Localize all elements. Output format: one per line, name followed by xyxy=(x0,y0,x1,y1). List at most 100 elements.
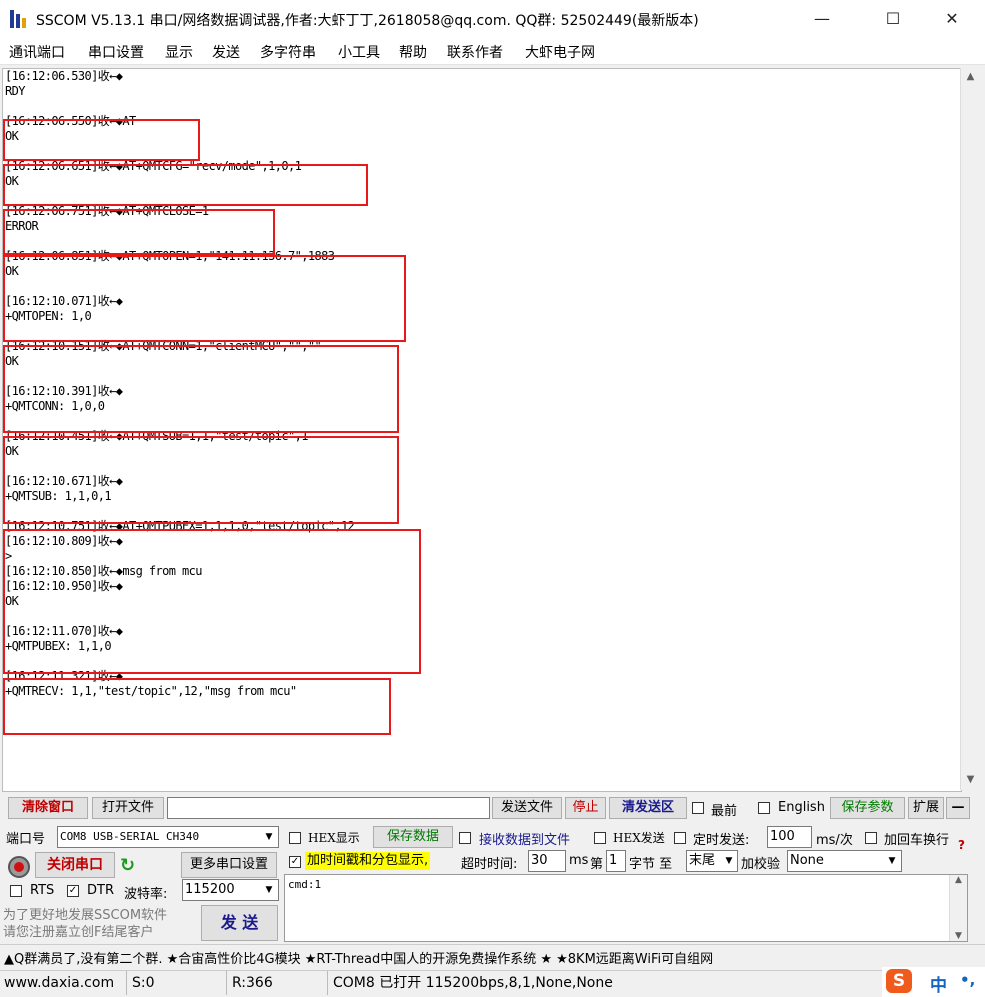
interval-value: 100 xyxy=(770,829,795,844)
timeout-value: 30 xyxy=(531,853,548,868)
interval-unit: ms/次 xyxy=(816,833,853,848)
english-checkbox[interactable] xyxy=(758,802,770,814)
byte-index-value: 1 xyxy=(609,853,618,868)
status-bar: www.daxia.com S:0 R:366 COM8 已打开 115200b… xyxy=(0,967,985,997)
receive-log[interactable]: [16:12:06.530]收←◆ RDY [16:12:06.550]收←◆AT O… xyxy=(2,68,962,792)
english-label: English xyxy=(778,800,825,815)
expand-button[interactable]: 扩展 xyxy=(908,797,944,819)
timestamp-checkbox[interactable]: ✓ xyxy=(289,856,301,868)
highlight-box xyxy=(3,209,275,255)
highlight-box xyxy=(3,529,421,674)
highlight-box xyxy=(3,164,368,206)
title-bar: SSCOM V5.13.1 串口/网络数据调试器,作者:大虾丁丁,2618058… xyxy=(0,0,985,38)
highlight-box xyxy=(3,345,399,433)
recv-to-file-label[interactable]: 接收数据到文件 xyxy=(479,829,570,848)
byte-suffix: 字节 至 xyxy=(629,857,673,872)
promo-text[interactable]: 为了更好地发展SSCOM软件 请您注册嘉立创F结尾客户 xyxy=(3,907,167,941)
collapse-button[interactable]: — xyxy=(946,797,970,819)
scroll-up-icon[interactable]: ▲ xyxy=(961,68,980,85)
more-serial-settings-button[interactable]: 更多串口设置 xyxy=(181,852,277,878)
topmost-checkbox[interactable] xyxy=(692,802,704,814)
hex-display-checkbox[interactable] xyxy=(289,832,301,844)
open-file-button[interactable]: 打开文件 xyxy=(92,797,164,819)
menu-send[interactable]: 发送 xyxy=(212,42,240,62)
scroll-up-icon[interactable]: ▲ xyxy=(950,875,967,885)
app-icon xyxy=(10,10,26,28)
menu-daxia-site[interactable]: 大虾电子网 xyxy=(525,42,595,62)
highlight-box xyxy=(3,678,391,735)
byte-prefix: 第 xyxy=(590,857,604,872)
save-data-button[interactable]: 保存数据 xyxy=(373,826,453,848)
refresh-icon[interactable]: ↻ xyxy=(120,855,135,876)
save-params-button[interactable]: 保存参数 xyxy=(830,797,905,819)
send-file-button[interactable]: 发送文件 xyxy=(492,797,562,819)
send-scrollbar[interactable]: ▲ ▼ xyxy=(949,875,967,941)
menu-help[interactable]: 帮助 xyxy=(399,42,427,62)
log-line: [16:12:06.530]收←◆ xyxy=(5,69,123,83)
interval-input[interactable]: 100 xyxy=(767,826,812,848)
ime-punct: •, xyxy=(960,971,976,989)
scroll-down-icon[interactable]: ▼ xyxy=(961,771,980,788)
port-label: 端口号 xyxy=(6,832,46,847)
add-crlf-checkbox[interactable] xyxy=(865,832,877,844)
port-status-icon xyxy=(8,856,30,878)
chevron-down-icon[interactable]: ▼ xyxy=(261,827,277,847)
timeout-input[interactable]: 30 xyxy=(528,850,566,872)
help-icon[interactable]: ? xyxy=(958,838,965,852)
port-state: COM8 已打开 115200bps,8,1,None,None xyxy=(333,975,613,991)
recv-to-file-checkbox[interactable] xyxy=(459,832,471,844)
website-link[interactable]: www.daxia.com xyxy=(0,971,127,995)
timed-send-checkbox[interactable] xyxy=(674,832,686,844)
checksum-label: 加校验 xyxy=(741,857,781,872)
clear-send-area-button[interactable]: 清发送区 xyxy=(609,797,687,819)
menu-tools[interactable]: 小工具 xyxy=(338,42,380,62)
hex-send-label: HEX发送 xyxy=(613,831,665,845)
minimize-button[interactable]: — xyxy=(799,0,845,38)
chevron-down-icon[interactable]: ▼ xyxy=(261,880,277,900)
timeout-unit: ms xyxy=(569,853,589,868)
chevron-down-icon[interactable]: ▼ xyxy=(721,851,737,871)
menu-multi-string[interactable]: 多字符串 xyxy=(260,42,316,62)
window-title: SSCOM V5.13.1 串口/网络数据调试器,作者:大虾丁丁,2618058… xyxy=(36,13,699,29)
rts-label: RTS xyxy=(30,883,55,898)
byte-index-input[interactable]: 1 xyxy=(606,850,626,872)
dtr-checkbox[interactable]: ✓ xyxy=(67,885,79,897)
ticker-bar: ▲Q群满员了,没有第二个群. ★合宙高性价比4G模块 ★RT-Thread中国人… xyxy=(0,944,985,969)
menu-contact-author[interactable]: 联系作者 xyxy=(447,42,503,62)
add-crlf-label: 加回车换行 xyxy=(884,833,950,848)
scroll-down-icon[interactable]: ▼ xyxy=(950,931,967,941)
file-path-input[interactable] xyxy=(167,797,490,819)
log-line: RDY xyxy=(5,84,25,98)
stop-button[interactable]: 停止 xyxy=(565,797,606,819)
hex-send-checkbox[interactable] xyxy=(594,832,606,844)
highlight-box xyxy=(3,119,200,161)
maximize-button[interactable]: ☐ xyxy=(870,0,916,38)
chevron-down-icon[interactable]: ▼ xyxy=(884,851,900,871)
clear-window-button[interactable]: 清除窗口 xyxy=(8,797,88,819)
port-value: COM8 USB-SERIAL CH340 xyxy=(60,830,200,843)
send-input[interactable]: cmd:1 ▲ ▼ xyxy=(284,874,968,942)
dtr-label: DTR xyxy=(87,883,114,898)
menu-bar: 通讯端口 串口设置 显示 发送 多字符串 小工具 帮助 联系作者 大虾电子网 xyxy=(0,38,985,65)
ime-lang: 中 xyxy=(930,976,947,996)
highlight-box xyxy=(3,255,406,342)
rts-checkbox[interactable] xyxy=(10,885,22,897)
end-value: 末尾 xyxy=(689,853,716,868)
close-button[interactable]: ✕ xyxy=(929,0,975,38)
send-input-text: cmd:1 xyxy=(288,878,322,891)
close-port-button[interactable]: 关闭串口 xyxy=(35,852,115,878)
ime-indicator[interactable]: S 中 •, xyxy=(882,967,985,997)
ticker-text[interactable]: ▲Q群满员了,没有第二个群. ★合宙高性价比4G模块 ★RT-Thread中国人… xyxy=(4,948,713,967)
log-scrollbar[interactable]: ▲ ▼ xyxy=(960,68,980,790)
received-count: R:366 xyxy=(228,971,328,995)
timed-send-label: 定时发送: xyxy=(693,833,750,848)
port-select[interactable]: COM8 USB-SERIAL CH340 xyxy=(57,826,279,848)
send-button[interactable]: 发 送 xyxy=(201,905,278,941)
menu-comm-port[interactable]: 通讯端口 xyxy=(9,42,65,62)
timeout-label: 超时时间: xyxy=(461,857,518,872)
highlight-box xyxy=(3,436,399,524)
menu-serial-settings[interactable]: 串口设置 xyxy=(88,42,144,62)
menu-display[interactable]: 显示 xyxy=(165,42,193,62)
baud-value: 115200 xyxy=(185,882,235,897)
